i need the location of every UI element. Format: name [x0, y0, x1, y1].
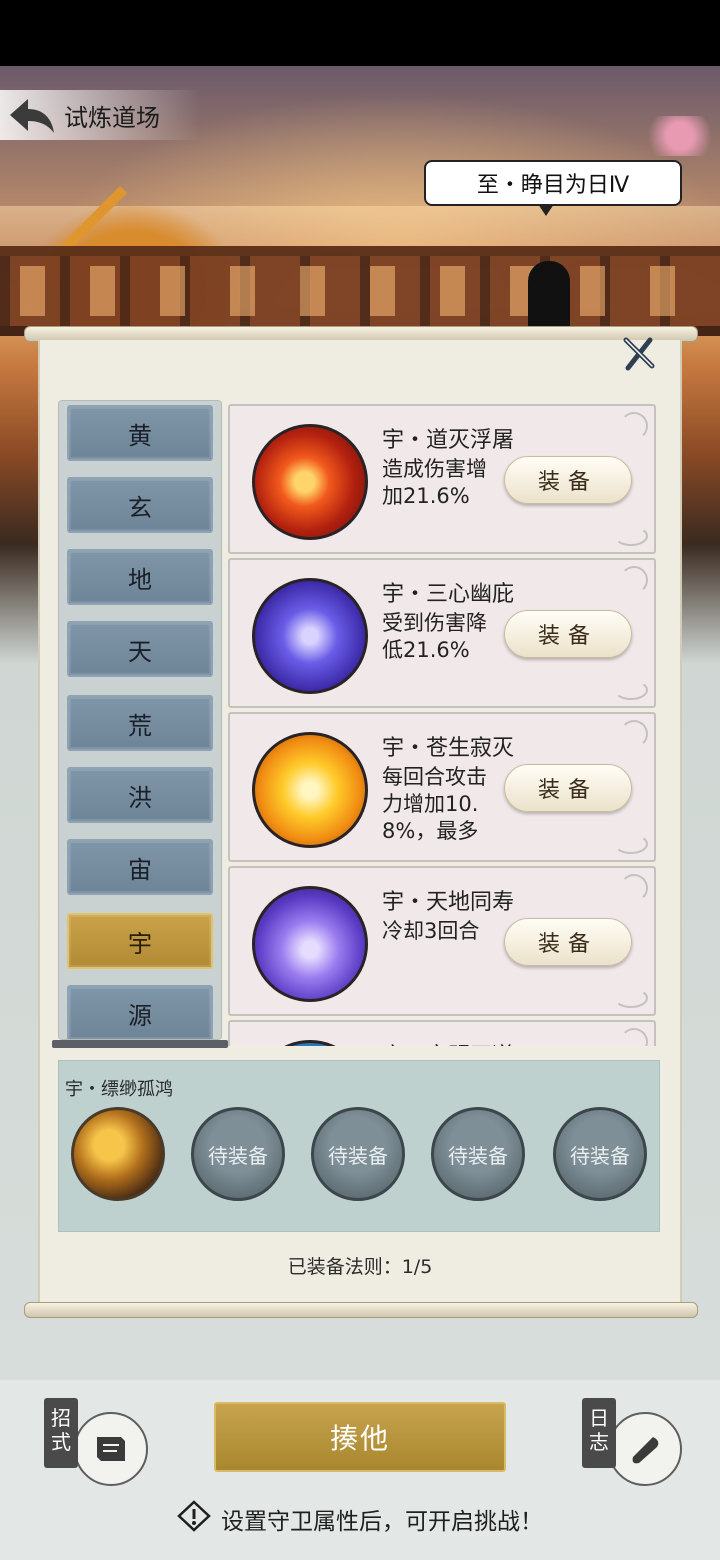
- skill-name: 宇・三心幽庇: [382, 582, 515, 607]
- category-tian[interactable]: 天: [67, 621, 213, 677]
- railing-pattern: [0, 266, 720, 316]
- list-divider: [52, 1040, 228, 1048]
- skill-card: 宇・三心幽庇 受到伤害降低21.6% 装备: [228, 558, 656, 708]
- skill-description: 受到伤害降低21.6%: [382, 611, 487, 662]
- status-bar: [0, 0, 720, 66]
- scroll-icon: [74, 1412, 148, 1486]
- equipped-slot-empty[interactable]: 待装备: [431, 1107, 525, 1201]
- vortex-icon: [252, 886, 368, 1002]
- equip-button[interactable]: 装备: [504, 918, 632, 966]
- guard-silhouette: [528, 261, 570, 331]
- scroll-bottom-rod: [24, 1302, 698, 1318]
- fire-blade-icon: [252, 424, 368, 540]
- skill-card: 宇・天地同寿 冷却3回合 装备: [228, 866, 656, 1016]
- blossom-decoration: [640, 116, 720, 156]
- equipped-title: 宇・缥缈孤鸿: [65, 1079, 173, 1100]
- category-di[interactable]: 地: [67, 549, 213, 605]
- skill-description: 冷却3回合: [382, 919, 480, 943]
- equip-button[interactable]: 装备: [504, 610, 632, 658]
- skill-name: 宇・苍生寂灭: [382, 736, 515, 761]
- skill-description: 造成伤害增加21.6%: [382, 457, 487, 508]
- category-xuan[interactable]: 玄: [67, 477, 213, 533]
- equipped-slot-empty[interactable]: 待装备: [553, 1107, 647, 1201]
- skill-list[interactable]: 宇・道灭浮屠 造成伤害增加21.6% 装备 宇・三心幽庇 受到伤害降低21.6%…: [226, 400, 658, 1046]
- equipped-count: 已装备法则：1/5: [287, 1256, 433, 1278]
- skill-card: 宇・道灭浮屠 造成伤害增加21.6% 装备: [228, 404, 656, 554]
- category-yuan[interactable]: 源: [67, 985, 213, 1039]
- skill-name: 宇・空明天逆: [382, 1038, 514, 1046]
- skill-description: 每回合攻击力增加10.8%，最多10层: [382, 765, 487, 843]
- close-button[interactable]: [618, 336, 658, 376]
- skill-name: 宇・天地同寿: [382, 890, 515, 915]
- category-zhou[interactable]: 宙: [67, 839, 213, 895]
- category-yu[interactable]: 宇: [67, 913, 213, 969]
- skill-card: 宇・苍生寂灭 每回合攻击力增加10.8%，最多10层 装备: [228, 712, 656, 862]
- equipped-slot-empty[interactable]: 待装备: [311, 1107, 405, 1201]
- burst-icon: [252, 732, 368, 848]
- moves-button[interactable]: 招式: [40, 1398, 150, 1498]
- category-hong[interactable]: 洪: [67, 767, 213, 823]
- category-huang2[interactable]: 荒: [67, 695, 213, 751]
- equipped-slot-empty[interactable]: 待装备: [191, 1107, 285, 1201]
- category-list: 黄 玄 地 天 荒 洪 宙 宇 源: [58, 400, 222, 1040]
- moves-label: 招式: [44, 1398, 78, 1468]
- equipped-slot-filled[interactable]: [71, 1107, 165, 1201]
- log-button[interactable]: 日志: [578, 1398, 688, 1498]
- blue-orb-icon: [252, 1040, 368, 1046]
- page-title: 试炼道场: [64, 103, 160, 132]
- warning-icon: [177, 1500, 211, 1538]
- skill-card: 宇・空明天逆: [228, 1020, 656, 1046]
- back-arrow-icon: [0, 90, 64, 140]
- speech-text: 至・睁目为日Ⅳ: [476, 173, 630, 198]
- challenge-hint: 设置守卫属性后，可开启挑战！: [130, 1494, 590, 1544]
- hint-text: 设置守卫属性后，可开启挑战！: [221, 1509, 543, 1535]
- speech-bubble: 至・睁目为日Ⅳ: [424, 160, 682, 216]
- equipped-panel: 宇・缥缈孤鸿 待装备 待装备 待装备 待装备: [58, 1060, 660, 1232]
- log-label: 日志: [582, 1398, 616, 1468]
- fight-button[interactable]: 揍他: [214, 1402, 506, 1472]
- scroll-log-icon: [608, 1412, 682, 1486]
- close-icon: [620, 336, 656, 376]
- back-button[interactable]: 试炼道场: [0, 90, 200, 140]
- skill-name: 宇・道灭浮屠: [382, 428, 515, 453]
- equip-button[interactable]: 装备: [504, 456, 632, 504]
- equip-button[interactable]: 装备: [504, 764, 632, 812]
- category-huang[interactable]: 黄: [67, 405, 213, 461]
- shield-icon: [252, 578, 368, 694]
